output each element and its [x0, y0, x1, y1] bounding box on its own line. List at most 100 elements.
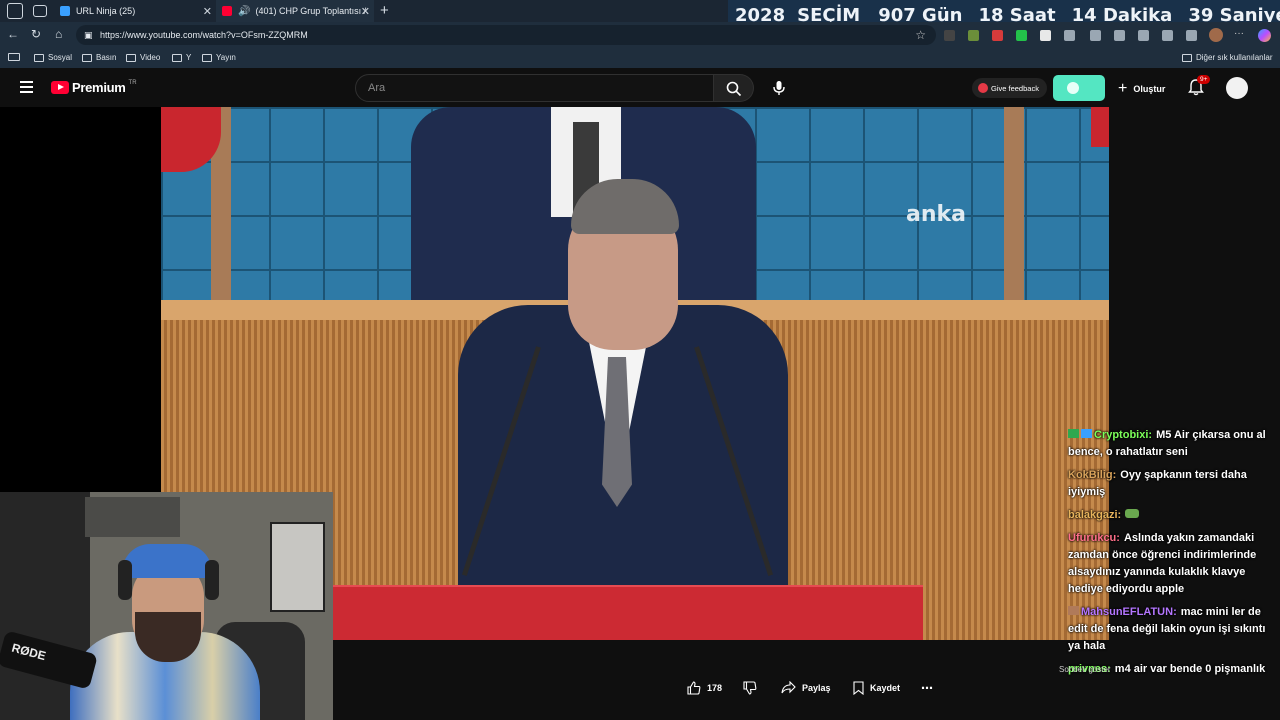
extension-toggle-button[interactable] [1053, 75, 1105, 101]
more-actions-icon[interactable]: ⋯ [921, 681, 933, 695]
create-button[interactable]: + Oluştur [1118, 80, 1165, 98]
workspaces-icon[interactable] [7, 3, 23, 19]
dislike-button[interactable] [743, 681, 757, 695]
chat-overlay: Cryptobixi: M5 Air çıkarsa onu al bence, … [1068, 427, 1274, 684]
user-avatar[interactable] [1226, 77, 1248, 99]
logo-region: TR [128, 79, 137, 86]
chat-message: MahsunEFLATUN: mac mini ler de edit de fe… [1068, 604, 1274, 655]
share-button[interactable]: Paylaş [781, 681, 831, 694]
tab-title: (401) CHP Grup Toplantısı / [255, 6, 367, 16]
bookmark-folder[interactable]: Basın [82, 53, 116, 62]
tab-actions-icon[interactable] [33, 5, 47, 17]
search-button[interactable] [714, 74, 754, 102]
tab-url-ninja[interactable]: URL Ninja (25) ✕ [54, 0, 216, 22]
search-input[interactable]: Ara [355, 74, 714, 102]
share-icon [781, 681, 796, 694]
bookmark-folder[interactable]: Y [172, 53, 191, 62]
home-icon[interactable]: ⌂ [55, 27, 62, 41]
extension-icon[interactable] [1090, 30, 1101, 41]
headphone [205, 560, 219, 600]
refresh-icon[interactable]: ↻ [31, 27, 41, 41]
chat-username: KokBilig: [1068, 469, 1117, 481]
url-ninja-favicon-icon [60, 6, 70, 16]
folder-icon [202, 53, 212, 62]
badge-icon [1081, 429, 1092, 438]
heart-icon[interactable] [1162, 30, 1173, 41]
plus-icon: + [1118, 80, 1128, 97]
wood-pillar [1004, 107, 1024, 307]
like-count: 178 [707, 683, 723, 693]
chat-message: balakgazi: [1068, 507, 1274, 524]
extension-icon[interactable] [1040, 30, 1051, 41]
red-flag [1091, 107, 1109, 147]
bookmark-folder[interactable]: Yayın [202, 53, 236, 62]
folder-icon [82, 53, 92, 62]
folder-icon [126, 53, 136, 62]
tab-title: URL Ninja (25) [76, 6, 136, 16]
badge-icon [1068, 429, 1079, 438]
folder-icon [1182, 53, 1192, 62]
person-cap [122, 544, 212, 578]
extension-icon[interactable] [1016, 30, 1027, 41]
hamburger-menu-icon[interactable] [20, 81, 33, 93]
profile-avatar[interactable] [1209, 28, 1223, 42]
extension-icon[interactable] [944, 30, 955, 41]
thumbs-down-icon [743, 681, 757, 695]
extension-icon[interactable] [992, 30, 1003, 41]
bookmark-folder[interactable]: Sosyal [34, 53, 72, 62]
folder-icon [172, 53, 182, 62]
speaker-icon[interactable]: 🔊 [238, 6, 250, 17]
bookmarks-bar: Sosyal Basın Video Y Yayın Diğer sık kul… [0, 48, 1280, 68]
chat-username: balakgazi: [1068, 509, 1122, 521]
chat-message: Cryptobixi: M5 Air çıkarsa onu al bence, … [1068, 427, 1274, 461]
notification-badge: 9+ [1197, 75, 1211, 84]
close-tab-icon[interactable]: ✕ [203, 5, 212, 18]
more-options-icon[interactable]: ··· [1234, 28, 1244, 39]
chat-username: Ufurukcu: [1068, 532, 1120, 544]
show-chat-label[interactable]: Sohbeti göster [1059, 665, 1111, 674]
wall-photos [85, 497, 180, 537]
notifications-button[interactable]: 9+ [1188, 75, 1211, 101]
other-bookmarks[interactable]: Diğer sık kullanılanlar [1182, 53, 1272, 62]
chat-username: Cryptobixi: [1094, 429, 1153, 441]
chat-username: MahsunEFLATUN: [1081, 606, 1177, 618]
left-pane [0, 107, 161, 492]
address-bar-row: ← ↻ ⌂ ▣ https://www.youtube.com/watch?v=… [0, 22, 1280, 48]
close-tab-icon[interactable]: ✕ [361, 5, 370, 18]
new-tab-button[interactable]: + [380, 2, 389, 19]
search-placeholder: Ara [368, 82, 386, 94]
toggle-knob-icon [1067, 82, 1079, 94]
back-icon[interactable]: ← [7, 27, 19, 41]
chat-text: m4 air var bende 0 pişmanlık [1114, 663, 1266, 675]
tab-youtube[interactable]: 🔊 (401) CHP Grup Toplantısı / ✕ [216, 0, 374, 22]
url-field[interactable]: ▣ https://www.youtube.com/watch?v=OFsm-Z… [76, 25, 936, 45]
give-feedback-button[interactable]: Give feedback [972, 78, 1047, 98]
screenshot-icon[interactable] [1186, 30, 1197, 41]
save-button[interactable]: Kaydet [853, 681, 900, 695]
chat-message: KokBilig: Oyy şapkanın tersi daha iyiymiş [1068, 467, 1274, 501]
youtube-play-logo-icon [51, 81, 69, 94]
wall-frame [270, 522, 325, 612]
site-info-icon[interactable]: ▣ [84, 30, 93, 41]
reading-list-icon[interactable] [8, 53, 20, 61]
badge-icon [1068, 606, 1079, 615]
bookmark-folder[interactable]: Video [126, 53, 160, 62]
bookmark-icon [853, 681, 864, 695]
webcam-overlay: RØDE [0, 492, 333, 720]
red-podium [333, 587, 923, 640]
headphone [118, 560, 132, 600]
copilot-icon[interactable] [1258, 29, 1271, 42]
youtube-logo[interactable]: Premium TR [51, 80, 137, 95]
youtube-masthead: Premium TR Ara Give feedback + Oluştur 9… [0, 68, 1280, 108]
folder-icon [34, 53, 44, 62]
feedback-icon [978, 83, 988, 93]
favorite-star-icon[interactable]: ☆ [915, 28, 926, 42]
voice-search-button[interactable] [766, 76, 792, 102]
collections-icon[interactable] [1138, 30, 1149, 41]
like-button[interactable]: 178 [687, 681, 722, 695]
emote-icon [1125, 509, 1140, 518]
favorites-icon[interactable] [1114, 30, 1125, 41]
url-text: https://www.youtube.com/watch?v=OFsm-ZZQ… [100, 30, 308, 40]
extension-icon[interactable] [1064, 30, 1075, 41]
extension-icon[interactable] [968, 30, 979, 41]
